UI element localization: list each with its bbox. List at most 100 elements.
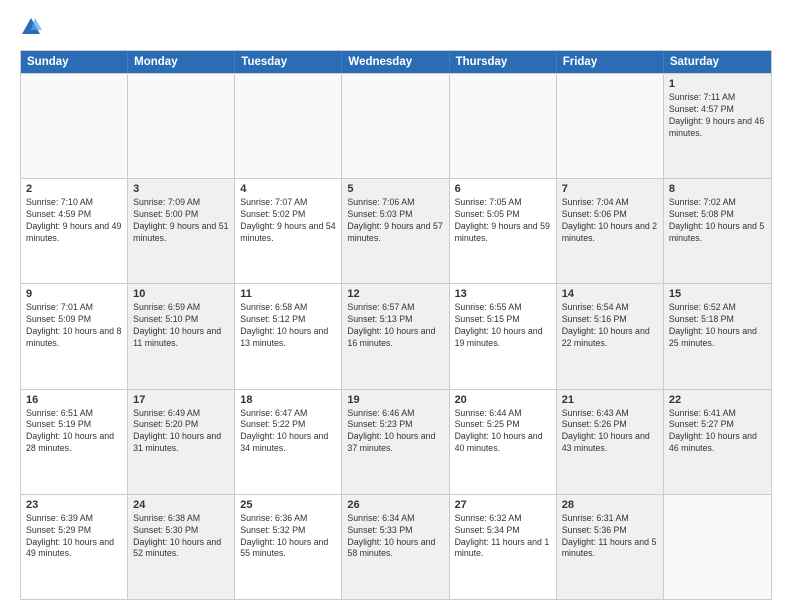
day-number: 6	[455, 183, 551, 195]
day-number: 8	[669, 183, 766, 195]
cal-cell-r1c3: 5 Sunrise: 7:06 AM Sunset: 5:03 PM Daylig…	[342, 179, 449, 283]
day-info: Sunrise: 6:31 AM Sunset: 5:36 PM Dayligh…	[562, 513, 658, 561]
cal-cell-r3c0: 16 Sunrise: 6:51 AM Sunset: 5:19 PM Dayli…	[21, 390, 128, 494]
cal-cell-r4c6	[664, 495, 771, 599]
day-number: 28	[562, 499, 658, 511]
day-number: 11	[240, 288, 336, 300]
day-info: Sunrise: 7:05 AM Sunset: 5:05 PM Dayligh…	[455, 197, 551, 245]
day-info: Sunrise: 7:10 AM Sunset: 4:59 PM Dayligh…	[26, 197, 122, 245]
cal-cell-r0c1	[128, 74, 235, 178]
day-info: Sunrise: 6:36 AM Sunset: 5:32 PM Dayligh…	[240, 513, 336, 561]
cal-cell-r2c6: 15 Sunrise: 6:52 AM Sunset: 5:18 PM Dayli…	[664, 284, 771, 388]
day-number: 23	[26, 499, 122, 511]
day-info: Sunrise: 6:58 AM Sunset: 5:12 PM Dayligh…	[240, 302, 336, 350]
logo-icon	[20, 16, 42, 38]
header-cell-monday: Monday	[128, 51, 235, 73]
logo	[20, 18, 44, 40]
header-cell-sunday: Sunday	[21, 51, 128, 73]
header-cell-saturday: Saturday	[664, 51, 771, 73]
header-cell-thursday: Thursday	[450, 51, 557, 73]
day-number: 17	[133, 394, 229, 406]
day-info: Sunrise: 6:54 AM Sunset: 5:16 PM Dayligh…	[562, 302, 658, 350]
cal-cell-r1c4: 6 Sunrise: 7:05 AM Sunset: 5:05 PM Daylig…	[450, 179, 557, 283]
cal-cell-r2c1: 10 Sunrise: 6:59 AM Sunset: 5:10 PM Dayli…	[128, 284, 235, 388]
day-info: Sunrise: 7:06 AM Sunset: 5:03 PM Dayligh…	[347, 197, 443, 245]
cal-cell-r4c4: 27Sunrise: 6:32 AM Sunset: 5:34 PM Dayli…	[450, 495, 557, 599]
cal-cell-r1c6: 8 Sunrise: 7:02 AM Sunset: 5:08 PM Daylig…	[664, 179, 771, 283]
cal-cell-r4c1: 24Sunrise: 6:38 AM Sunset: 5:30 PM Dayli…	[128, 495, 235, 599]
cal-cell-r4c2: 25 Sunrise: 6:36 AM Sunset: 5:32 PM Dayli…	[235, 495, 342, 599]
day-number: 2	[26, 183, 122, 195]
cal-cell-r4c5: 28 Sunrise: 6:31 AM Sunset: 5:36 PM Dayli…	[557, 495, 664, 599]
day-info: Sunrise: 7:11 AM Sunset: 4:57 PM Dayligh…	[669, 92, 766, 140]
calendar-body: 1 Sunrise: 7:11 AM Sunset: 4:57 PM Daylig…	[21, 73, 771, 599]
cal-cell-r1c0: 2 Sunrise: 7:10 AM Sunset: 4:59 PM Daylig…	[21, 179, 128, 283]
day-info: Sunrise: 6:41 AM Sunset: 5:27 PM Dayligh…	[669, 408, 766, 456]
day-info: Sunrise: 7:01 AM Sunset: 5:09 PM Dayligh…	[26, 302, 122, 350]
calendar: SundayMondayTuesdayWednesdayThursdayFrid…	[20, 50, 772, 600]
day-info: Sunrise: 6:52 AM Sunset: 5:18 PM Dayligh…	[669, 302, 766, 350]
cal-cell-r3c5: 21 Sunrise: 6:43 AM Sunset: 5:26 PM Dayli…	[557, 390, 664, 494]
day-number: 26	[347, 499, 443, 511]
cal-cell-r0c0	[21, 74, 128, 178]
cal-row-1: 2 Sunrise: 7:10 AM Sunset: 4:59 PM Daylig…	[21, 178, 771, 283]
cal-cell-r1c1: 3 Sunrise: 7:09 AM Sunset: 5:00 PM Daylig…	[128, 179, 235, 283]
cal-cell-r3c1: 17 Sunrise: 6:49 AM Sunset: 5:20 PM Dayli…	[128, 390, 235, 494]
day-info: Sunrise: 6:46 AM Sunset: 5:23 PM Dayligh…	[347, 408, 443, 456]
day-number: 18	[240, 394, 336, 406]
cal-cell-r2c3: 12 Sunrise: 6:57 AM Sunset: 5:13 PM Dayli…	[342, 284, 449, 388]
cal-cell-r0c2	[235, 74, 342, 178]
day-number: 14	[562, 288, 658, 300]
day-info: Sunrise: 6:59 AM Sunset: 5:10 PM Dayligh…	[133, 302, 229, 350]
day-info: Sunrise: 7:02 AM Sunset: 5:08 PM Dayligh…	[669, 197, 766, 245]
day-number: 16	[26, 394, 122, 406]
day-number: 3	[133, 183, 229, 195]
day-info: Sunrise: 6:47 AM Sunset: 5:22 PM Dayligh…	[240, 408, 336, 456]
day-number: 24	[133, 499, 229, 511]
day-number: 7	[562, 183, 658, 195]
day-info: Sunrise: 6:49 AM Sunset: 5:20 PM Dayligh…	[133, 408, 229, 456]
cal-cell-r2c4: 13Sunrise: 6:55 AM Sunset: 5:15 PM Dayli…	[450, 284, 557, 388]
cal-row-0: 1 Sunrise: 7:11 AM Sunset: 4:57 PM Daylig…	[21, 73, 771, 178]
day-number: 10	[133, 288, 229, 300]
cal-cell-r2c0: 9 Sunrise: 7:01 AM Sunset: 5:09 PM Daylig…	[21, 284, 128, 388]
day-info: Sunrise: 7:04 AM Sunset: 5:06 PM Dayligh…	[562, 197, 658, 245]
cal-row-4: 23 Sunrise: 6:39 AM Sunset: 5:29 PM Dayli…	[21, 494, 771, 599]
cal-cell-r1c5: 7 Sunrise: 7:04 AM Sunset: 5:06 PM Daylig…	[557, 179, 664, 283]
cal-cell-r1c2: 4 Sunrise: 7:07 AM Sunset: 5:02 PM Daylig…	[235, 179, 342, 283]
day-number: 25	[240, 499, 336, 511]
day-number: 27	[455, 499, 551, 511]
cal-cell-r0c5	[557, 74, 664, 178]
day-number: 5	[347, 183, 443, 195]
day-info: Sunrise: 6:57 AM Sunset: 5:13 PM Dayligh…	[347, 302, 443, 350]
day-info: Sunrise: 6:39 AM Sunset: 5:29 PM Dayligh…	[26, 513, 122, 561]
cal-cell-r3c3: 19 Sunrise: 6:46 AM Sunset: 5:23 PM Dayli…	[342, 390, 449, 494]
cal-row-3: 16 Sunrise: 6:51 AM Sunset: 5:19 PM Dayli…	[21, 389, 771, 494]
day-info: Sunrise: 6:43 AM Sunset: 5:26 PM Dayligh…	[562, 408, 658, 456]
day-info: Sunrise: 6:44 AM Sunset: 5:25 PM Dayligh…	[455, 408, 551, 456]
calendar-header: SundayMondayTuesdayWednesdayThursdayFrid…	[21, 51, 771, 73]
cal-cell-r0c4	[450, 74, 557, 178]
cal-cell-r3c6: 22Sunrise: 6:41 AM Sunset: 5:27 PM Dayli…	[664, 390, 771, 494]
day-info: Sunrise: 6:51 AM Sunset: 5:19 PM Dayligh…	[26, 408, 122, 456]
cal-cell-r0c3	[342, 74, 449, 178]
day-info: Sunrise: 6:55 AM Sunset: 5:15 PM Dayligh…	[455, 302, 551, 350]
cal-cell-r4c3: 26Sunrise: 6:34 AM Sunset: 5:33 PM Dayli…	[342, 495, 449, 599]
day-number: 21	[562, 394, 658, 406]
day-number: 12	[347, 288, 443, 300]
day-number: 9	[26, 288, 122, 300]
day-number: 1	[669, 78, 766, 90]
day-number: 19	[347, 394, 443, 406]
day-number: 4	[240, 183, 336, 195]
header-cell-wednesday: Wednesday	[342, 51, 449, 73]
cal-row-2: 9 Sunrise: 7:01 AM Sunset: 5:09 PM Daylig…	[21, 283, 771, 388]
header-cell-tuesday: Tuesday	[235, 51, 342, 73]
day-number: 15	[669, 288, 766, 300]
cal-cell-r2c5: 14 Sunrise: 6:54 AM Sunset: 5:16 PM Dayli…	[557, 284, 664, 388]
cal-cell-r4c0: 23 Sunrise: 6:39 AM Sunset: 5:29 PM Dayli…	[21, 495, 128, 599]
cal-cell-r3c4: 20 Sunrise: 6:44 AM Sunset: 5:25 PM Dayli…	[450, 390, 557, 494]
day-info: Sunrise: 7:09 AM Sunset: 5:00 PM Dayligh…	[133, 197, 229, 245]
cal-cell-r2c2: 11 Sunrise: 6:58 AM Sunset: 5:12 PM Dayli…	[235, 284, 342, 388]
day-number: 20	[455, 394, 551, 406]
day-info: Sunrise: 7:07 AM Sunset: 5:02 PM Dayligh…	[240, 197, 336, 245]
